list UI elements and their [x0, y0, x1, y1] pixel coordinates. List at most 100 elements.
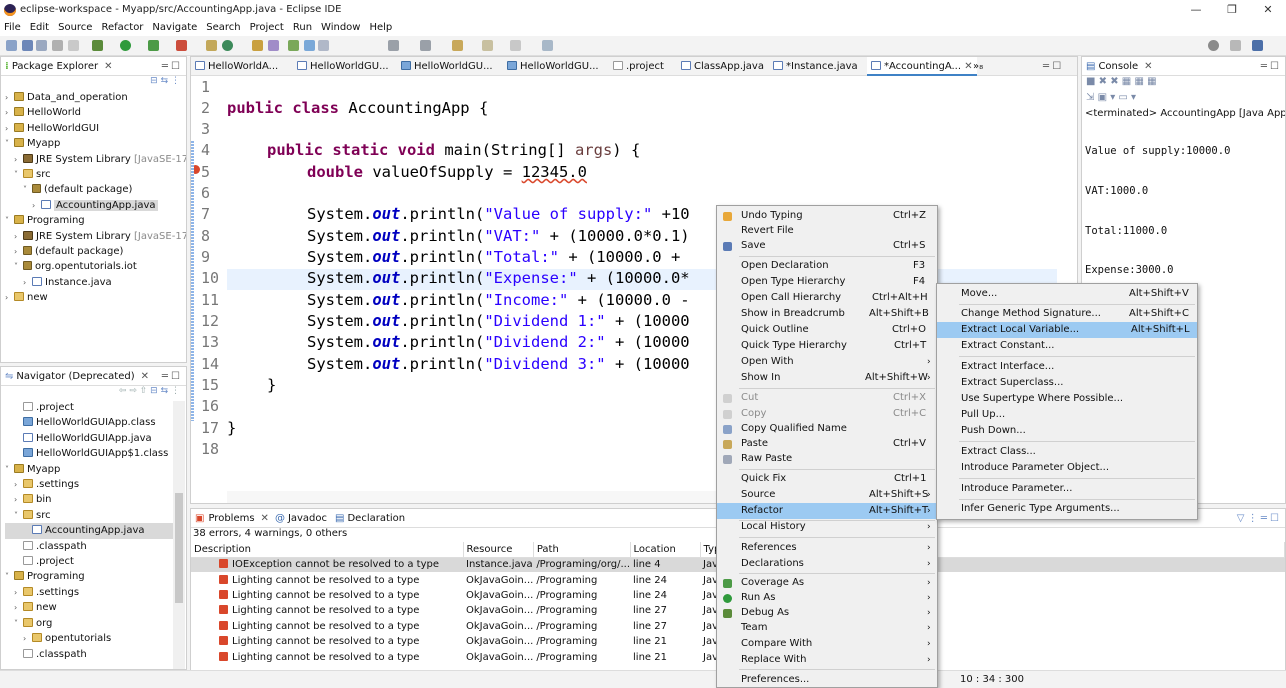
forward-icon[interactable]: ⇨: [129, 386, 137, 396]
menu-project[interactable]: Project: [250, 22, 284, 33]
menu-item-quick-fix[interactable]: Quick Fix Ctrl+1: [717, 471, 937, 487]
menu-item-copy[interactable]: Copy Ctrl+C: [717, 406, 937, 422]
menu-file[interactable]: File: [4, 22, 21, 33]
console-tab[interactable]: ▤ Console ✕ ═ ☐: [1082, 57, 1285, 76]
debug-icon[interactable]: [92, 40, 103, 51]
tree-item[interactable]: › HelloWorld: [5, 105, 186, 120]
menu-item-introduce-parameter-object[interactable]: Introduce Parameter Object...: [937, 460, 1197, 476]
open-type-icon[interactable]: [252, 40, 263, 51]
tab-javadoc[interactable]: Javadoc: [288, 513, 327, 524]
tab-project[interactable]: .project: [613, 57, 664, 76]
menu-item-infer-generic-type[interactable]: Infer Generic Type Arguments...: [937, 501, 1197, 517]
menu-item-open-declaration[interactable]: Open Declaration F3: [717, 258, 937, 274]
new-icon[interactable]: [6, 40, 17, 51]
tab-helloworld-gui-2[interactable]: HelloWorldGU...: [401, 57, 493, 76]
terminate-icon[interactable]: ■: [1086, 76, 1095, 87]
package-explorer-tab[interactable]: ⁞ Package Explorer ✕ ═ ☐: [1, 57, 186, 76]
search-icon[interactable]: [1208, 40, 1219, 51]
last-edit-icon[interactable]: [452, 40, 463, 51]
tree-item[interactable]: ›JRE System Library [JavaSE-17]: [5, 229, 186, 244]
column-location[interactable]: Location: [630, 542, 701, 558]
tree-item[interactable]: ˅ src: [5, 508, 173, 523]
menu-navigate[interactable]: Navigate: [152, 22, 197, 33]
run-icon[interactable]: [120, 40, 131, 51]
tree-item[interactable]: .project: [5, 554, 173, 569]
pin-console-icon[interactable]: ▦: [1147, 76, 1156, 87]
back-icon[interactable]: [482, 40, 493, 51]
column-resource[interactable]: Resource: [463, 542, 534, 558]
tab-overflow[interactable]: »₈: [973, 57, 983, 76]
menu-search[interactable]: Search: [206, 22, 240, 33]
menu-item-debug-as[interactable]: Debug As ›: [717, 605, 937, 621]
save-icon[interactable]: [22, 40, 33, 51]
menu-item-copy-qualified-name[interactable]: Copy Qualified Name: [717, 421, 937, 437]
close-button[interactable]: ✕: [1250, 0, 1286, 19]
close-icon[interactable]: ✕: [141, 371, 149, 382]
close-icon[interactable]: ✕: [104, 61, 112, 72]
tree-item[interactable]: HelloWorldGUIApp.class: [5, 415, 173, 430]
view-menu-icon[interactable]: ⋮: [171, 76, 180, 86]
toggle-icon[interactable]: [68, 40, 79, 51]
pin-editor-icon[interactable]: [542, 40, 553, 51]
tree-item[interactable]: .classpath: [5, 647, 173, 662]
tree-item[interactable]: ˅ (default package): [5, 182, 186, 197]
tree-item[interactable]: ˅ src: [5, 167, 186, 182]
tab-helloworld-gui-3[interactable]: HelloWorldGU...: [507, 57, 599, 76]
tree-item[interactable]: ˅ Myapp: [5, 136, 186, 151]
tab-accountingapp[interactable]: *AccountingA... ✕: [867, 57, 977, 76]
tree-item[interactable]: › Instance.java: [5, 275, 186, 290]
next-annotation-icon[interactable]: [388, 40, 399, 51]
collapse-all-icon[interactable]: ⊟: [150, 76, 158, 86]
close-icon[interactable]: ✕: [964, 61, 972, 72]
menu-item-team[interactable]: Team ›: [717, 620, 937, 636]
menu-item-extract-superclass[interactable]: Extract Superclass...: [937, 375, 1197, 391]
menu-item-cut[interactable]: Cut Ctrl+X: [717, 390, 937, 406]
menu-item-extract-constant[interactable]: Extract Constant...: [937, 338, 1197, 354]
tree-item[interactable]: ˅ Myapp: [5, 462, 173, 477]
remove-all-icon[interactable]: ✖: [1110, 76, 1118, 87]
tree-item[interactable]: ˅ org: [5, 616, 173, 631]
tab-classapp[interactable]: ClassApp.java: [681, 57, 764, 76]
menu-item-open-type-hierarchy[interactable]: Open Type Hierarchy F4: [717, 274, 937, 290]
tree-item[interactable]: › new: [5, 600, 173, 615]
tree-item[interactable]: › bin: [5, 492, 173, 507]
tree-item[interactable]: ˅ Programing: [5, 213, 186, 228]
menu-item-quick-type-hierarchy[interactable]: Quick Type Hierarchy Ctrl+T: [717, 338, 937, 354]
navigator-tab[interactable]: ⇋ Navigator (Deprecated) ✕ ═ ☐: [1, 367, 186, 386]
maximize-button[interactable]: ❐: [1214, 0, 1250, 19]
menu-item-move[interactable]: Move... Alt+Shift+V: [937, 286, 1197, 302]
new-console-icon[interactable]: ▭ ▾: [1118, 92, 1136, 103]
menu-item-paste[interactable]: Paste Ctrl+V: [717, 436, 937, 452]
menu-item-local-history[interactable]: Local History ›: [717, 519, 937, 535]
tree-item[interactable]: › Data_and_operation: [5, 90, 186, 105]
link-editor-icon[interactable]: ⇆: [161, 76, 169, 86]
new-java-project-icon[interactable]: [206, 40, 217, 51]
filter-icon[interactable]: ▽ ⋮ ═ ☐: [1237, 513, 1279, 524]
open-perspective-icon[interactable]: [1230, 40, 1241, 51]
print-icon[interactable]: [52, 40, 63, 51]
tree-item[interactable]: › (default package): [5, 244, 186, 259]
menu-item-show-in-breadcrumb[interactable]: Show in Breadcrumb Alt+Shift+B: [717, 306, 937, 322]
forward-icon[interactable]: [510, 40, 521, 51]
new-class-icon[interactable]: [222, 40, 233, 51]
tab-instance[interactable]: *Instance.java: [773, 57, 858, 76]
back-icon[interactable]: ⇦: [119, 386, 127, 396]
menu-item-raw-paste[interactable]: Raw Paste: [717, 451, 937, 467]
block-selection-icon[interactable]: [304, 40, 315, 51]
minimize-view-icon[interactable]: ═ ☐: [1261, 61, 1279, 72]
tree-item[interactable]: HelloWorldGUIApp$1.class: [5, 446, 173, 461]
search-icon[interactable]: [268, 40, 279, 51]
menu-help[interactable]: Help: [369, 22, 392, 33]
menu-item-preferences[interactable]: Preferences...: [717, 672, 937, 688]
scrollbar-thumb[interactable]: [175, 493, 183, 603]
tree-item[interactable]: › .settings: [5, 585, 173, 600]
menu-item-replace-with[interactable]: Replace With ›: [717, 652, 937, 668]
tree-item[interactable]: ˅ Programing: [5, 569, 173, 584]
tree-item[interactable]: › .settings: [5, 477, 173, 492]
tree-item[interactable]: ›JRE System Library [JavaSE-17]: [5, 152, 186, 167]
tree-item[interactable]: HelloWorldGUIApp.java: [5, 431, 173, 446]
navigator-scrollbar[interactable]: [173, 401, 185, 669]
close-icon[interactable]: ✕: [261, 513, 269, 524]
menu-item-quick-outline[interactable]: Quick Outline Ctrl+O: [717, 322, 937, 338]
menu-window[interactable]: Window: [321, 22, 360, 33]
